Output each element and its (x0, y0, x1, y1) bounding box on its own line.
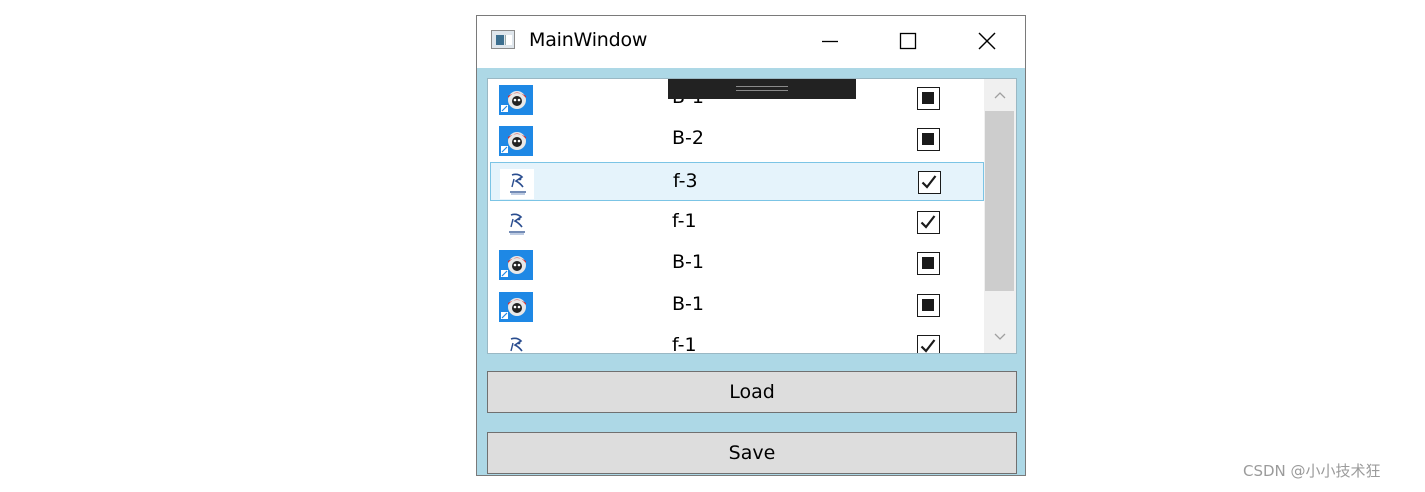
indeterminate-mark-icon (922, 92, 934, 104)
list-item-label: B-1 (672, 251, 704, 274)
minimize-icon (822, 40, 838, 43)
list-item-label: f-3 (673, 169, 698, 192)
drag-handle[interactable] (668, 79, 856, 99)
list-item[interactable]: f-3 (490, 161, 984, 201)
list-item-label: f-1 (672, 333, 697, 354)
list-item-label: f-1 (672, 209, 697, 232)
close-icon (978, 32, 996, 50)
list-item-checkbox[interactable] (917, 128, 940, 152)
grip-icon (736, 86, 788, 91)
list-item-label: B-2 (672, 127, 704, 150)
checkmark-icon (921, 174, 937, 189)
watermark: CSDN @小小技术狂 (1243, 462, 1381, 480)
list-item[interactable]: B-2 (490, 120, 984, 159)
checkmark-icon (920, 339, 936, 353)
avatar-photo-icon (499, 250, 533, 281)
title-bar[interactable]: MainWindow (477, 16, 1025, 68)
maximize-button[interactable] (883, 16, 933, 66)
list-item-checkbox[interactable] (918, 170, 941, 194)
list-item-checkbox[interactable] (917, 87, 940, 110)
chevron-down-icon (994, 333, 1006, 340)
vertical-scrollbar[interactable] (984, 79, 1016, 353)
indeterminate-mark-icon (922, 257, 934, 270)
list-item-checkbox[interactable] (917, 252, 940, 276)
maximize-icon (899, 32, 917, 50)
load-button[interactable]: Load (487, 371, 1017, 413)
list-item-checkbox[interactable] (917, 210, 940, 234)
list-item[interactable]: f-1 (490, 327, 984, 354)
sketch-logo-icon (499, 208, 533, 239)
close-button[interactable] (962, 16, 1012, 66)
sketch-logo-icon (500, 168, 534, 199)
list-item[interactable]: B-1 (490, 286, 984, 325)
sketch-logo-icon (499, 332, 533, 353)
item-listbox[interactable]: B-1B-2f-3f-1B-1B-1f-1 (487, 78, 1017, 354)
list-item[interactable]: B-1 (490, 244, 984, 283)
avatar-photo-icon (499, 291, 533, 322)
client-area: B-1B-2f-3f-1B-1B-1f-1 Load Save (477, 68, 1025, 475)
save-button[interactable]: Save (487, 432, 1017, 474)
app-window-icon (491, 30, 515, 49)
scroll-up-button[interactable] (984, 79, 1016, 111)
scroll-thumb[interactable] (985, 111, 1014, 291)
indeterminate-mark-icon (922, 133, 934, 146)
minimize-button[interactable] (805, 16, 855, 66)
avatar-photo-icon (499, 126, 533, 157)
list-item[interactable]: f-1 (490, 203, 984, 242)
main-window: MainWindow B-1B-2f-3f-1B-1B-1f-1 (476, 15, 1026, 476)
chevron-up-icon (994, 92, 1006, 99)
avatar-photo-icon (499, 85, 533, 115)
checkmark-icon (920, 215, 936, 229)
list-item-checkbox[interactable] (917, 293, 940, 317)
list-item-label: B-1 (672, 292, 704, 315)
scroll-down-button[interactable] (984, 321, 1016, 353)
list-item-checkbox[interactable] (917, 334, 940, 353)
indeterminate-mark-icon (922, 298, 934, 311)
window-title: MainWindow (529, 29, 648, 51)
